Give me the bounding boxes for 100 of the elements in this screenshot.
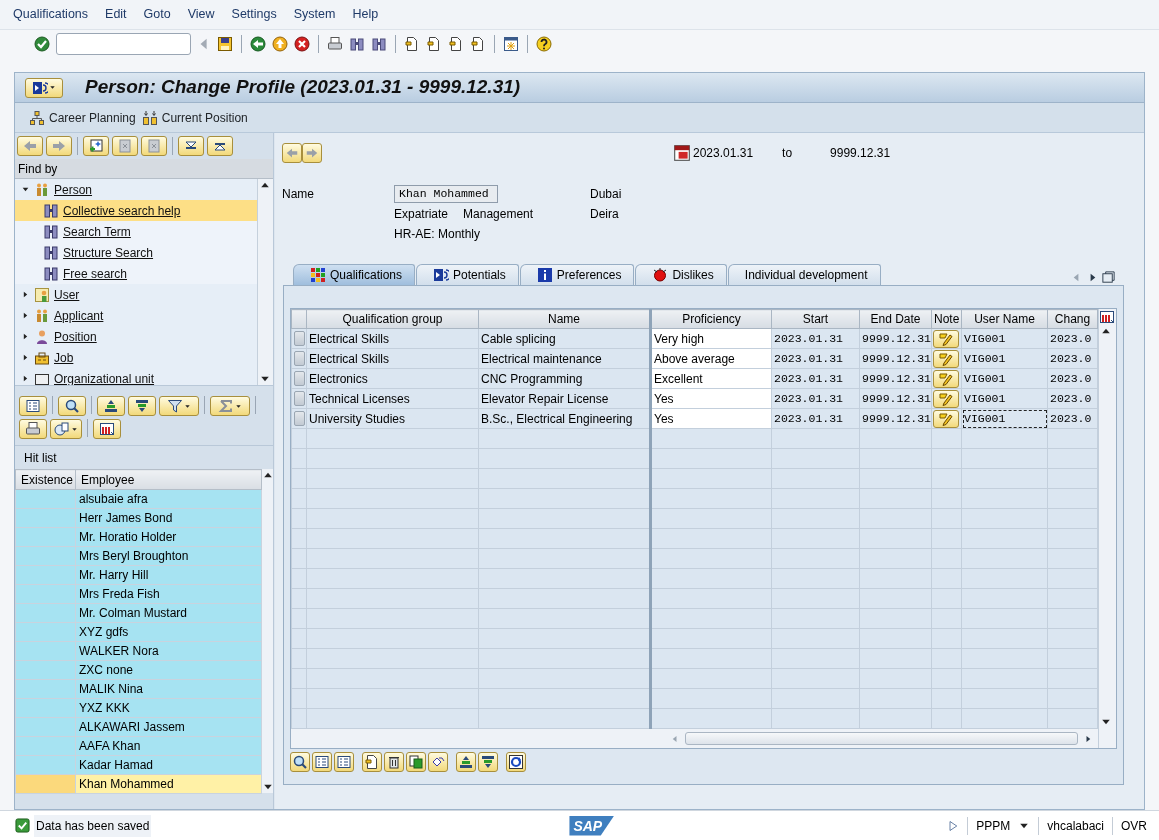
column-header[interactable]: User Name [961,309,1048,329]
list-row[interactable]: Mr. Horatio Holder [15,527,262,547]
list-row[interactable]: Herr James Bond [15,508,262,528]
expand-arrow-icon[interactable] [21,290,30,299]
tree-item[interactable]: Organizational unit [15,368,257,385]
list-row[interactable]: XYZ gdfs [15,622,262,642]
binoculars-icon[interactable] [371,36,387,52]
undo-button[interactable] [428,752,448,772]
note-button[interactable] [933,369,959,388]
sum-button[interactable] [210,396,250,416]
filter-button[interactable] [478,752,498,772]
filter-button[interactable] [159,396,199,416]
previous-button[interactable] [282,143,302,163]
help-icon[interactable] [536,36,552,52]
column-header[interactable]: Existence [15,469,76,490]
list-row[interactable]: Mr. Colman Mustard [15,603,262,623]
layout-button[interactable] [93,419,121,439]
list-row[interactable]: Mr. Harry Hill [15,565,262,585]
note-button[interactable] [933,349,959,368]
toolbar-button[interactable]: Career Planning [29,108,136,127]
tree-item[interactable]: Structure Search [15,242,257,263]
delete-button[interactable] [384,752,404,772]
details-button[interactable] [19,396,47,416]
create-button[interactable] [362,752,382,772]
menu-item[interactable]: System [293,5,336,24]
save-icon[interactable] [217,36,233,52]
previous-page-icon[interactable] [426,36,442,52]
forward-button[interactable] [46,136,72,156]
tree-item[interactable]: Search Term [15,221,257,242]
tree-item[interactable]: Applicant [15,305,257,326]
tab[interactable]: Dislikes [635,264,727,285]
column-header[interactable]: Qualification group [306,309,479,329]
menu-item[interactable]: Qualifications [13,5,89,24]
column-header[interactable]: Proficiency [650,309,772,329]
collapse-button[interactable] [207,136,233,156]
tab-list-icon[interactable] [1101,270,1116,285]
list-row[interactable]: Mrs Beryl Broughton [15,546,262,566]
list-row[interactable]: WALKER Nora [15,641,262,661]
column-header[interactable]: Start [771,309,860,329]
menu-item[interactable]: Edit [105,5,127,24]
list-row[interactable]: Mrs Freda Fish [15,584,262,604]
column-header[interactable]: End Date [859,309,932,329]
menu-item[interactable]: Goto [143,5,171,24]
tree-item[interactable]: Job [15,347,257,368]
menu-item[interactable]: View [187,5,215,24]
exit-icon[interactable] [272,36,288,52]
menu-button[interactable] [25,77,63,98]
back-button[interactable] [17,136,43,156]
tree-item[interactable]: Position [15,326,257,347]
expand-arrow-icon[interactable] [21,311,30,320]
detail-button[interactable] [312,752,332,772]
copy-button[interactable] [406,752,426,772]
tab[interactable]: Individual development [727,264,881,285]
column-header[interactable]: Note [931,309,962,329]
new-button[interactable] [83,136,109,156]
list-row[interactable]: ZXC none [15,660,262,680]
calendar-icon[interactable] [673,144,691,162]
list-row[interactable]: YXZ KKK [15,698,262,718]
list-row[interactable]: MALIK Nina [15,679,262,699]
expand-icon[interactable] [947,818,960,833]
scroll-thumb[interactable] [685,732,1078,745]
tree-item[interactable]: User [15,284,257,305]
binoculars-icon[interactable] [349,36,365,52]
column-settings-icon[interactable] [1099,309,1115,325]
expand-button[interactable] [178,136,204,156]
list-row[interactable]: alsubaie afra [15,489,262,509]
note-button[interactable] [933,389,959,408]
zoom-button[interactable] [58,396,86,416]
cancel-icon[interactable] [294,36,310,52]
menu-item[interactable]: Help [352,5,379,24]
expand-arrow-icon[interactable] [21,353,30,362]
column-header[interactable]: Chang [1047,309,1098,329]
tree-item[interactable]: Person [15,179,257,200]
print-icon[interactable] [327,36,343,52]
back-icon[interactable] [250,36,266,52]
command-field[interactable] [56,33,191,55]
tree-item[interactable]: Collective search help [15,200,257,221]
print-button[interactable] [19,419,47,439]
tab[interactable]: Preferences [519,264,635,285]
column-header[interactable]: Name [478,309,651,329]
collapse-arrow-icon[interactable] [21,185,30,194]
list-row[interactable]: ALKAWARI Jassem [15,717,262,737]
refresh-button[interactable] [506,752,526,772]
expand-arrow-icon[interactable] [21,332,30,341]
detail-button[interactable] [334,752,354,772]
list-row[interactable]: AAFA Khan [15,736,262,756]
zoom-button[interactable] [290,752,310,772]
last-page-icon[interactable] [470,36,486,52]
next-page-icon[interactable] [448,36,464,52]
tab[interactable]: Qualifications [293,264,416,285]
sort-descending-button[interactable] [128,396,156,416]
note-button[interactable] [933,409,959,428]
check-icon[interactable] [34,36,50,52]
tab[interactable]: Potentials [416,264,519,285]
sort-ascending-button[interactable] [97,396,125,416]
list-row[interactable]: Khan Mohammed [15,774,262,794]
export-button[interactable] [50,419,82,439]
next-button[interactable] [302,143,322,163]
note-button[interactable] [933,329,959,348]
list-row[interactable]: Kadar Hamad [15,755,262,775]
